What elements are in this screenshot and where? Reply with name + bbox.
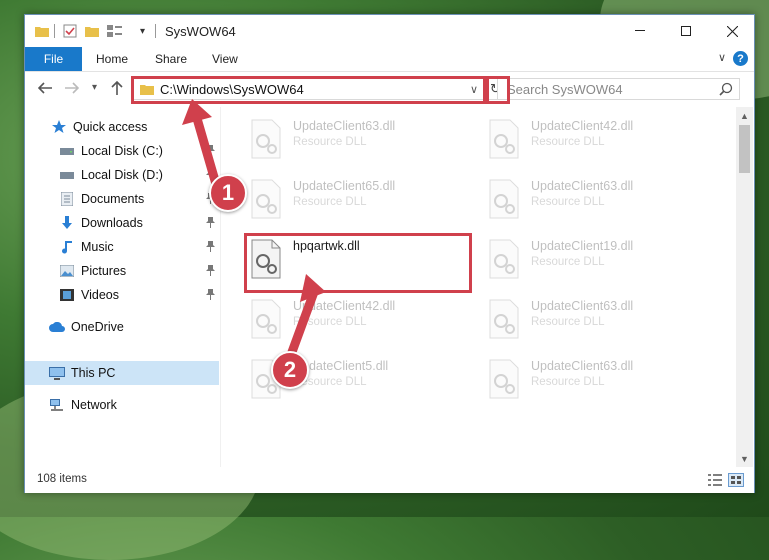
vertical-scrollbar[interactable]: ▲ ▼ (736, 107, 753, 467)
scroll-down-icon[interactable]: ▼ (736, 450, 753, 467)
drive-icon (59, 143, 75, 159)
dll-file-icon (489, 179, 519, 219)
sidebar-item-label: Local Disk (C:) (81, 144, 163, 158)
computer-icon (49, 365, 65, 381)
sidebar-item-label: OneDrive (71, 320, 124, 334)
sidebar-item-label: Documents (81, 192, 145, 206)
sidebar-item-pictures[interactable]: Pictures (25, 259, 219, 283)
pin-icon[interactable] (206, 265, 215, 276)
annotation-badge-1: 1 (209, 174, 247, 212)
sidebar-item-videos[interactable]: Videos (25, 283, 219, 307)
dll-file-icon (489, 119, 519, 159)
file-name: UpdateClient63.dll (531, 179, 634, 193)
ribbon: File Home Share View ∨ ? (25, 47, 754, 72)
videos-icon (59, 287, 75, 303)
file-item[interactable]: UpdateClient65.dll Resource DLL (245, 175, 475, 225)
chevron-down-icon[interactable]: ▾ (140, 23, 145, 39)
tab-share[interactable]: Share (155, 47, 187, 71)
file-name: UpdateClient63.dll (293, 119, 396, 133)
file-name: UpdateClient63.dll (531, 359, 634, 373)
file-type: Resource DLL (293, 196, 367, 208)
separator (155, 24, 156, 38)
sidebar-item-onedrive[interactable]: OneDrive (25, 315, 219, 339)
file-item[interactable]: UpdateClient42.dll Resource DLL (483, 115, 713, 165)
title-bar: ▾ SysWOW64 (25, 15, 754, 47)
file-type: Resource DLL (293, 136, 367, 148)
file-tab[interactable]: File (25, 47, 82, 71)
download-icon (59, 215, 75, 231)
back-arrow-icon[interactable] (37, 81, 52, 98)
file-item[interactable]: UpdateClient63.dll Resource DLL (483, 295, 713, 345)
sidebar-item-label: This PC (71, 366, 116, 380)
item-count: 108 items (37, 473, 87, 485)
sidebar-item-label: Quick access (73, 120, 148, 134)
tab-view[interactable]: View (212, 47, 238, 71)
large-icons-view-icon[interactable] (728, 473, 744, 487)
properties-icon[interactable] (63, 23, 77, 39)
details-view-icon[interactable] (707, 473, 723, 487)
sidebar-item-label: Pictures (81, 264, 127, 278)
file-item[interactable]: UpdateClient63.dll Resource DLL (483, 175, 713, 225)
annotation-badge-2: 2 (271, 351, 309, 389)
file-name: UpdateClient19.dll (531, 239, 634, 253)
scroll-thumb[interactable] (739, 125, 750, 173)
sidebar-item-downloads[interactable]: Downloads (25, 211, 219, 235)
drive-icon (59, 167, 75, 183)
sidebar-item-label: Local Disk (D:) (81, 168, 163, 182)
help-icon[interactable]: ? (733, 51, 748, 66)
maximize-button[interactable] (663, 15, 709, 47)
customize-icon[interactable] (107, 23, 123, 39)
sidebar-item-music[interactable]: Music (25, 235, 219, 259)
star-icon (51, 119, 67, 135)
dll-file-icon (489, 239, 519, 279)
dll-file-icon (489, 299, 519, 339)
file-item[interactable]: UpdateClient63.dll Resource DLL (483, 355, 713, 405)
status-bar: 108 items (25, 467, 754, 493)
cloud-icon (49, 319, 65, 335)
refresh-highlight (486, 76, 510, 104)
chevron-down-icon[interactable]: ∨ (718, 51, 726, 64)
recent-locations-icon[interactable]: ▾ (92, 82, 97, 93)
sidebar-item-network[interactable]: Network (25, 393, 219, 417)
search-input[interactable]: Search SysWOW64 (497, 78, 740, 100)
file-item[interactable]: UpdateClient63.dll Resource DLL (245, 115, 475, 165)
sidebar-item-label: Downloads (81, 216, 143, 230)
new-folder-icon[interactable] (85, 23, 99, 39)
pin-icon[interactable] (206, 217, 215, 228)
folder-icon (35, 23, 49, 39)
network-icon (49, 397, 65, 413)
file-type: Resource DLL (531, 196, 605, 208)
file-type: Resource DLL (531, 316, 605, 328)
sidebar-item-this-pc[interactable]: This PC (25, 361, 219, 385)
pin-icon[interactable] (206, 289, 215, 300)
file-name: UpdateClient65.dll (293, 179, 396, 193)
pictures-icon (59, 263, 75, 279)
dll-file-icon (489, 359, 519, 399)
forward-arrow-icon[interactable] (65, 81, 80, 98)
sidebar-item-label: Music (81, 240, 114, 254)
file-type: Resource DLL (531, 376, 605, 388)
file-name: UpdateClient63.dll (531, 299, 634, 313)
documents-icon (59, 191, 75, 207)
search-icon[interactable] (719, 82, 733, 99)
file-type: Resource DLL (531, 136, 605, 148)
dll-file-icon (251, 119, 281, 159)
tab-home[interactable]: Home (96, 47, 128, 71)
scroll-up-icon[interactable]: ▲ (736, 107, 753, 124)
sidebar-item-label: Network (71, 398, 117, 412)
file-type: Resource DLL (531, 256, 605, 268)
window-title: SysWOW64 (165, 24, 236, 39)
file-name: UpdateClient42.dll (531, 119, 634, 133)
search-placeholder: Search SysWOW64 (507, 81, 623, 97)
close-button[interactable] (709, 15, 755, 47)
minimize-button[interactable] (617, 15, 663, 47)
sidebar-item-label: Videos (81, 288, 119, 302)
separator (54, 24, 55, 38)
explorer-window: ▾ SysWOW64 File Home Share View ∨ ? ▾ C:… (24, 14, 755, 493)
dll-file-icon (251, 179, 281, 219)
pin-icon[interactable] (206, 241, 215, 252)
up-arrow-icon[interactable] (111, 80, 123, 99)
file-item[interactable]: UpdateClient19.dll Resource DLL (483, 235, 713, 285)
music-icon (59, 239, 75, 255)
